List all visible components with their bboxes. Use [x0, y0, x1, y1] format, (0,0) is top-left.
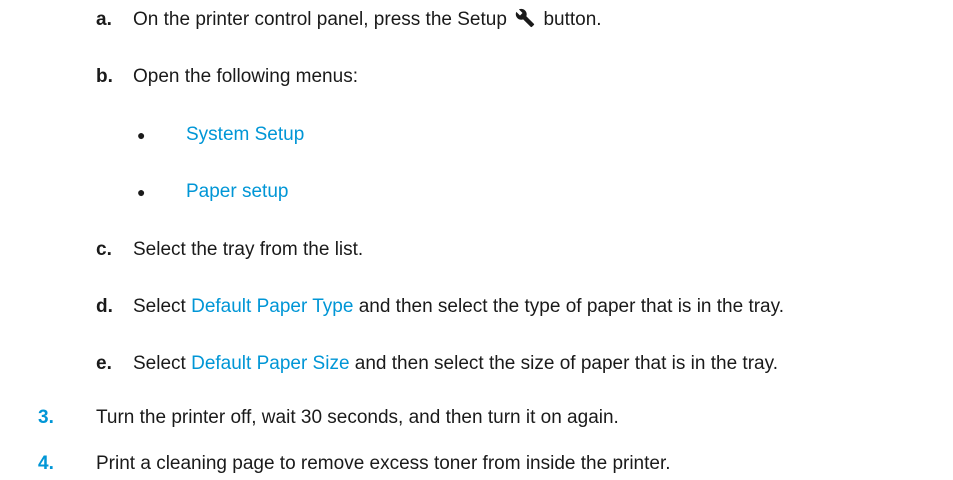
sub-step-a-text: On the printer control panel, press the … [133, 8, 602, 32]
sub-step-d-text: Select Default Paper Type and then selec… [133, 295, 784, 319]
sub-step-marker-a: a. [96, 9, 112, 30]
sub-step-marker-d: d. [96, 296, 113, 317]
step-number-4: 4. [38, 453, 54, 474]
step-4-text: Print a cleaning page to remove excess t… [96, 453, 671, 474]
sub-step-b-text: Open the following menus: [133, 66, 358, 87]
default-paper-size-link[interactable]: Default Paper Size [191, 353, 349, 374]
sub-step-e-post: and then select the size of paper that i… [354, 353, 778, 374]
wrench-icon [515, 8, 535, 28]
sub-step-marker-b: b. [96, 66, 113, 87]
default-paper-type-link[interactable]: Default Paper Type [191, 296, 353, 317]
step-3-text: Turn the printer off, wait 30 seconds, a… [96, 407, 619, 428]
sub-step-e-text: Select Default Paper Size and then selec… [133, 352, 778, 376]
sub-step-d-post: and then select the type of paper that i… [358, 296, 784, 317]
step-number-3: 3. [38, 407, 54, 428]
sub-step-a-post: button. [543, 9, 602, 30]
bullet-icon: ● [137, 184, 146, 200]
sub-step-a-pre: On the printer control panel, press the … [133, 9, 507, 30]
menu-link-paper-setup[interactable]: Paper setup [186, 180, 288, 204]
bullet-icon: ● [137, 127, 146, 143]
sub-step-marker-e: e. [96, 353, 112, 374]
sub-step-marker-c: c. [96, 239, 112, 260]
sub-step-c-text: Select the tray from the list. [133, 239, 364, 260]
sub-step-d-pre: Select [133, 296, 186, 317]
menu-link-system-setup[interactable]: System Setup [186, 123, 304, 147]
sub-step-e-pre: Select [133, 353, 186, 374]
